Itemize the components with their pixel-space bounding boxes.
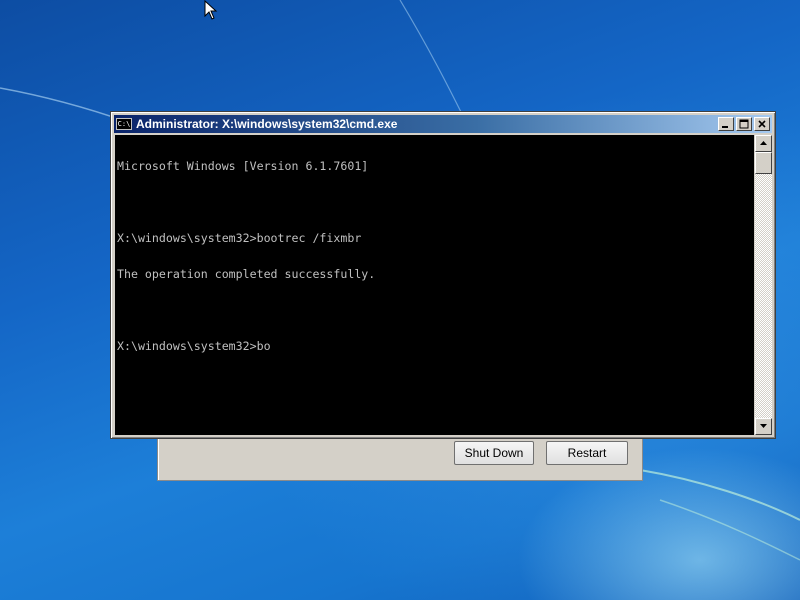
arrow-up-icon <box>760 141 767 145</box>
console-line: Microsoft Windows [Version 6.1.7601] <box>117 159 369 173</box>
mouse-cursor-icon <box>204 0 218 20</box>
minimize-button[interactable] <box>718 117 734 131</box>
console-input-line: X:\windows\system32>bo <box>117 339 271 353</box>
close-icon <box>758 120 766 128</box>
cmd-window: C:\ Administrator: X:\windows\system32\c… <box>110 111 776 439</box>
window-controls <box>718 117 770 131</box>
shut-down-button[interactable]: Shut Down <box>454 441 534 465</box>
scroll-down-button[interactable] <box>755 418 772 435</box>
console-line: X:\windows\system32>bootrec /fixmbr <box>117 231 362 245</box>
console-line: The operation completed successfully. <box>117 267 376 281</box>
maximize-button[interactable] <box>736 117 752 131</box>
minimize-icon <box>722 126 728 128</box>
scrollbar-thumb[interactable] <box>755 152 772 174</box>
restart-button[interactable]: Restart <box>546 441 628 465</box>
maximize-icon <box>739 119 749 129</box>
close-button[interactable] <box>754 117 770 131</box>
console-output[interactable]: Microsoft Windows [Version 6.1.7601] X:\… <box>115 135 754 435</box>
cmd-icon: C:\ <box>116 118 132 130</box>
window-title: Administrator: X:\windows\system32\cmd.e… <box>136 117 398 131</box>
title-bar[interactable]: C:\ Administrator: X:\windows\system32\c… <box>114 115 772 133</box>
arrow-down-icon <box>760 424 767 428</box>
vertical-scrollbar[interactable] <box>755 135 772 435</box>
scroll-up-button[interactable] <box>755 135 772 152</box>
